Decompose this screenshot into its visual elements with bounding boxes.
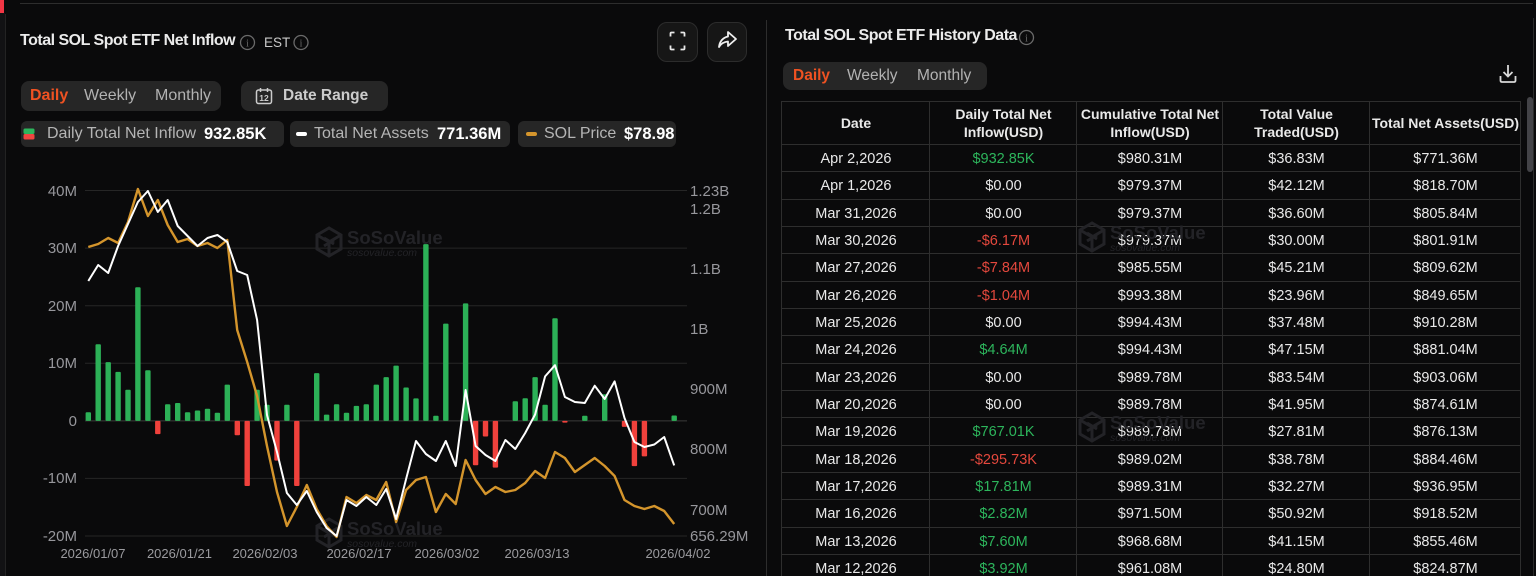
svg-text:2026/02/17: 2026/02/17 — [326, 546, 391, 561]
svg-text:i: i — [1025, 34, 1028, 45]
svg-text:2026/03/02: 2026/03/02 — [414, 546, 479, 561]
svg-text:1.1B: 1.1B — [690, 261, 721, 278]
svg-text:2026/04/02: 2026/04/02 — [645, 546, 710, 561]
svg-text:30M: 30M — [48, 240, 77, 257]
svg-text:1B: 1B — [690, 321, 708, 338]
svg-text:2026/02/03: 2026/02/03 — [232, 546, 297, 561]
svg-text:0: 0 — [69, 413, 77, 430]
svg-text:700M: 700M — [690, 502, 728, 519]
svg-text:-20M: -20M — [43, 528, 77, 545]
svg-text:-10M: -10M — [43, 470, 77, 487]
svg-text:sosovalue.com: sosovalue.com — [347, 247, 417, 259]
svg-text:10M: 10M — [48, 355, 77, 372]
svg-text:2026/01/07: 2026/01/07 — [60, 546, 125, 561]
svg-text:1.23B: 1.23B — [690, 183, 729, 200]
svg-text:1.2B: 1.2B — [690, 201, 721, 218]
svg-text:2026/01/21: 2026/01/21 — [147, 546, 212, 561]
svg-text:40M: 40M — [48, 183, 77, 200]
svg-text:900M: 900M — [690, 381, 728, 398]
svg-text:656.29M: 656.29M — [690, 528, 748, 545]
svg-text:800M: 800M — [690, 441, 728, 458]
svg-text:20M: 20M — [48, 298, 77, 315]
svg-text:2026/03/13: 2026/03/13 — [504, 546, 569, 561]
